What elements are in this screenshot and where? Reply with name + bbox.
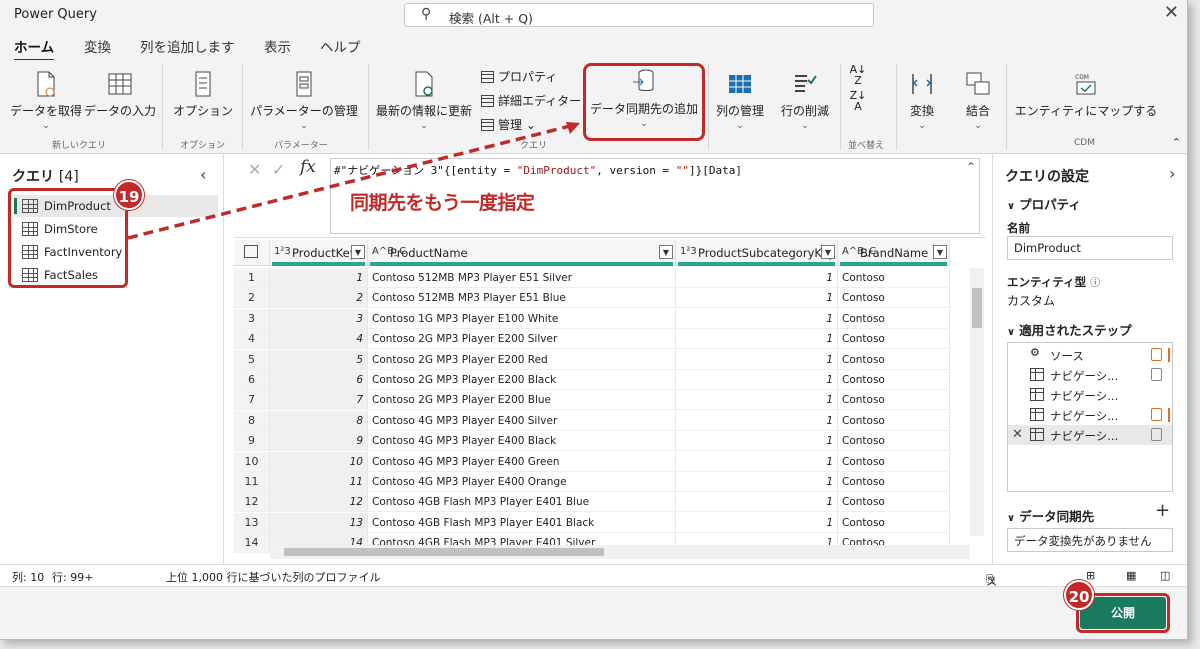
annotation-arrow [127,122,580,240]
power-query-window: Power Query ⚲ 検索 (Alt + Q) ✕ ホーム 変換 列を追加… [0,0,1188,640]
annotation-callout: 同期先をもう一度指定 [350,192,535,214]
step-badge-20: 20 [1064,580,1094,610]
step-badge-19: 19 [114,180,144,210]
